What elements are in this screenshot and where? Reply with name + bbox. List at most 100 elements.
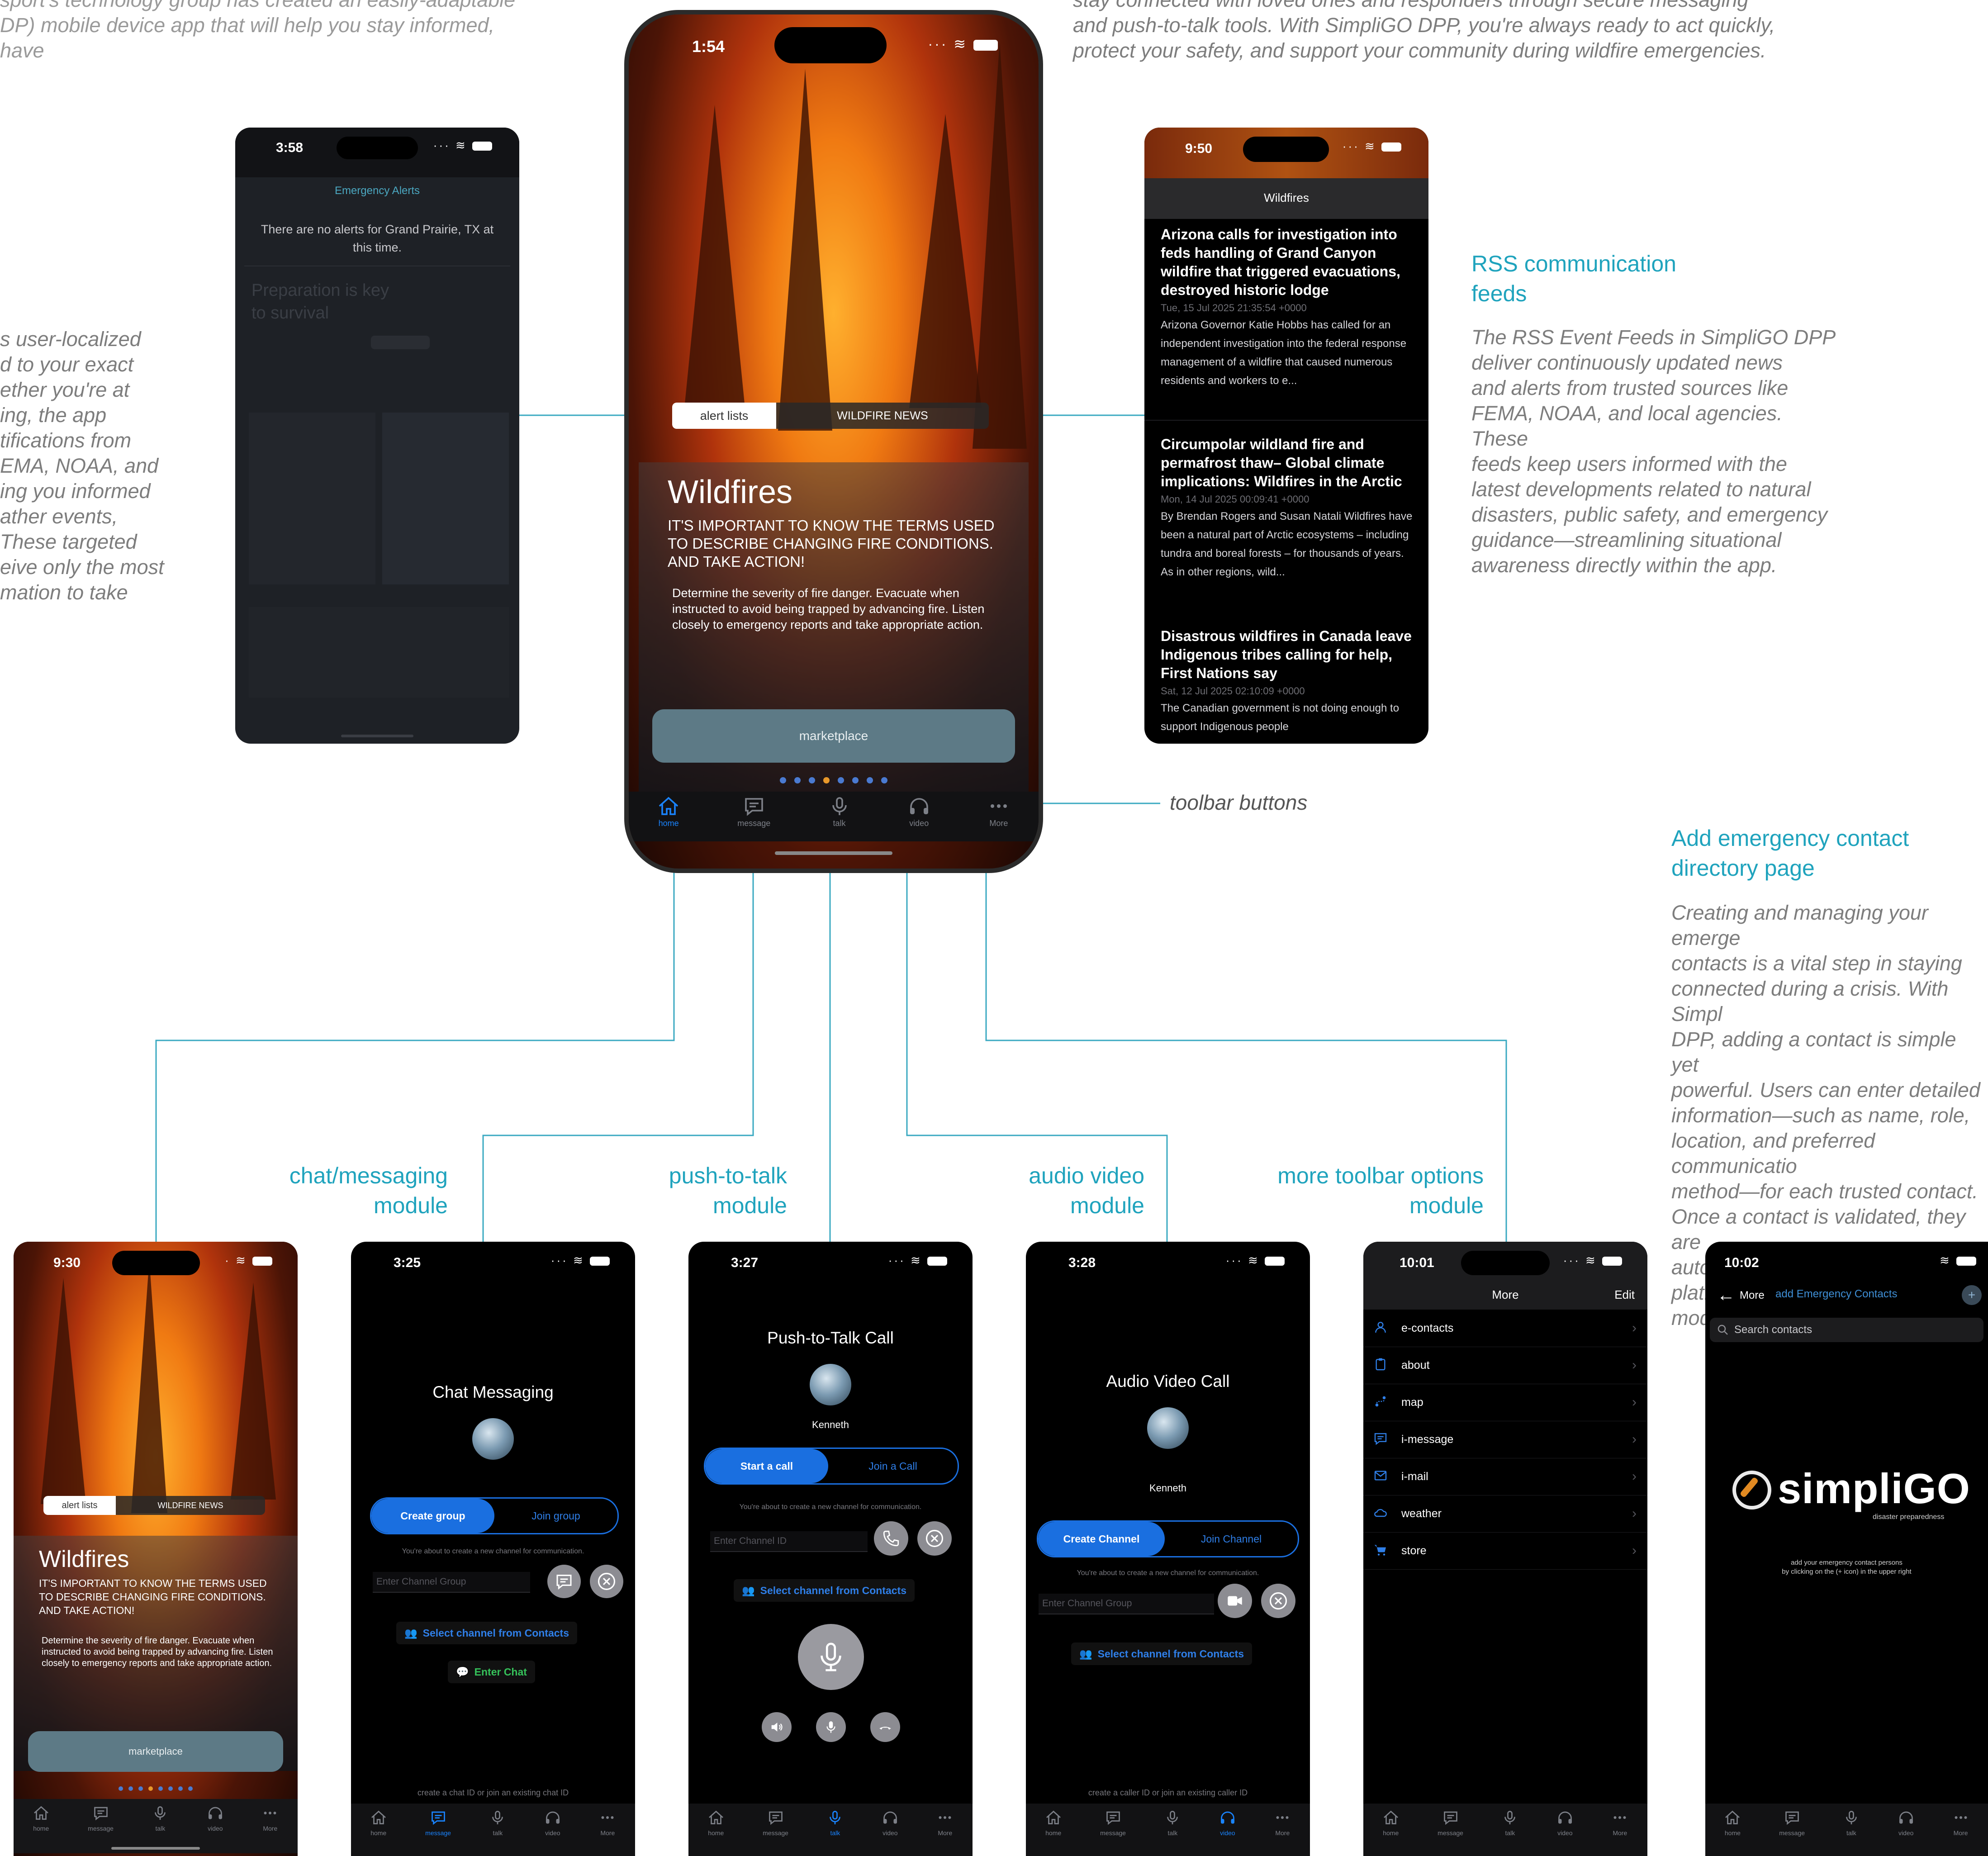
tab-more[interactable]: More: [262, 1799, 278, 1853]
tab-message[interactable]: message: [737, 796, 770, 841]
channel-group-input[interactable]: Enter Channel Group: [373, 1572, 530, 1593]
tab-more[interactable]: More: [599, 1804, 616, 1856]
call-button[interactable]: [874, 1521, 908, 1556]
page-dot[interactable]: [823, 777, 830, 783]
page-dot[interactable]: [794, 777, 801, 783]
more-item-map[interactable]: map ›: [1363, 1384, 1647, 1421]
tab-alert-lists[interactable]: alert lists: [672, 403, 776, 429]
tab-more[interactable]: More: [1953, 1804, 1969, 1856]
cancel-button[interactable]: [590, 1565, 623, 1598]
channel-group-input[interactable]: Enter Channel Group: [1039, 1594, 1214, 1614]
page-dot[interactable]: [852, 777, 859, 783]
page-dot[interactable]: [809, 777, 815, 783]
tab-video[interactable]: video: [882, 1804, 898, 1856]
page-dot[interactable]: [867, 777, 873, 783]
tab-home[interactable]: home: [33, 1799, 49, 1853]
page-dot[interactable]: [780, 777, 786, 783]
cancel-button[interactable]: [1261, 1584, 1295, 1618]
tab-home[interactable]: home: [658, 796, 679, 841]
more-item-about[interactable]: about ›: [1363, 1347, 1647, 1384]
status-icons: ··· ≋: [551, 1253, 610, 1267]
page-dot[interactable]: [158, 1786, 163, 1791]
tab-message[interactable]: message: [1779, 1804, 1805, 1856]
more-item-e-contacts[interactable]: e-contacts ›: [1363, 1310, 1647, 1347]
tab-talk[interactable]: talk: [1164, 1804, 1181, 1856]
cloud-icon: [1373, 1505, 1391, 1522]
more-item-i-message[interactable]: i-message ›: [1363, 1421, 1647, 1458]
start-call-button[interactable]: Start a call: [705, 1449, 828, 1483]
select-channel-from-contacts[interactable]: 👥 Select channel from Contacts: [396, 1622, 577, 1644]
page-dot[interactable]: [881, 777, 887, 783]
cancel-button[interactable]: [917, 1521, 952, 1556]
tab-wildfire-news[interactable]: WILDFIRE NEWS: [116, 1496, 265, 1515]
tab-video[interactable]: video: [908, 796, 930, 841]
tab-message[interactable]: message: [1438, 1804, 1463, 1856]
rss-item[interactable]: Circumpolar wildland fire and permafrost…: [1161, 435, 1415, 581]
back-button[interactable]: ← More: [1717, 1285, 1765, 1305]
tab-more[interactable]: More: [988, 796, 1010, 841]
join-channel-button[interactable]: Join Channel: [1165, 1522, 1298, 1556]
join-call-button[interactable]: Join a Call: [828, 1449, 958, 1483]
join-group-button[interactable]: Join group: [494, 1499, 617, 1533]
page-dot[interactable]: [188, 1786, 193, 1791]
tab-wildfire-news[interactable]: WILDFIRE NEWS: [776, 403, 989, 429]
tab-message[interactable]: message: [763, 1804, 788, 1856]
tab-video[interactable]: video: [1219, 1804, 1236, 1856]
add-contact-icon[interactable]: +: [1962, 1285, 1982, 1305]
search-bar[interactable]: Search contacts: [1710, 1318, 1983, 1342]
rss-item[interactable]: Disastrous wildfires in Canada leave Ind…: [1161, 627, 1415, 740]
create-channel-button[interactable]: Create Channel: [1038, 1522, 1165, 1556]
marketplace-button[interactable]: marketplace: [28, 1731, 283, 1772]
alerts-title: Emergency Alerts: [334, 185, 420, 197]
tab-message[interactable]: message: [425, 1804, 451, 1856]
page-dot[interactable]: [128, 1786, 133, 1791]
create-group-button[interactable]: Create group: [371, 1499, 494, 1533]
mute-button[interactable]: [816, 1712, 846, 1742]
tab-home[interactable]: home: [370, 1804, 387, 1856]
select-channel-from-contacts[interactable]: 👥 Select channel from Contacts: [1071, 1642, 1252, 1665]
screen-title: add Emergency Contacts: [1775, 1288, 1898, 1300]
tab-home[interactable]: home: [1383, 1804, 1399, 1856]
tab-talk[interactable]: talk: [1502, 1804, 1518, 1856]
tab-talk[interactable]: talk: [829, 796, 850, 841]
tab-alert-lists[interactable]: alert lists: [43, 1496, 116, 1515]
tab-talk[interactable]: talk: [489, 1804, 506, 1856]
rss-item[interactable]: Arizona calls for investigation into fed…: [1161, 225, 1415, 390]
more-item-weather[interactable]: weather ›: [1363, 1495, 1647, 1533]
page-dot[interactable]: [119, 1786, 123, 1791]
tab-more[interactable]: More: [1274, 1804, 1291, 1856]
tab-home[interactable]: home: [1045, 1804, 1062, 1856]
page-dot[interactable]: [178, 1786, 183, 1791]
tab-talk[interactable]: talk: [827, 1804, 843, 1856]
edit-button[interactable]: Edit: [1614, 1288, 1635, 1302]
chat-start-button[interactable]: [547, 1565, 581, 1598]
push-to-talk-button[interactable]: [798, 1624, 864, 1690]
tab-talk[interactable]: talk: [1843, 1804, 1860, 1856]
tab-video[interactable]: video: [545, 1804, 561, 1856]
page-dot[interactable]: [838, 777, 844, 783]
speaker-button[interactable]: [762, 1712, 792, 1742]
more-item-i-mail[interactable]: i-mail ›: [1363, 1458, 1647, 1495]
page-dot[interactable]: [148, 1786, 153, 1791]
enter-chat-button[interactable]: 💬 Enter Chat: [448, 1661, 535, 1683]
tab-video[interactable]: video: [207, 1799, 223, 1853]
tab-message[interactable]: message: [88, 1799, 114, 1853]
hang-up-button[interactable]: [870, 1712, 900, 1742]
tab-message[interactable]: message: [1100, 1804, 1126, 1856]
tab-home[interactable]: home: [1724, 1804, 1741, 1856]
video-call-button[interactable]: [1218, 1584, 1252, 1618]
tab-video[interactable]: video: [1898, 1804, 1914, 1856]
more-item-store[interactable]: store ›: [1363, 1532, 1647, 1570]
channel-id-input[interactable]: Enter Channel ID: [710, 1531, 868, 1552]
tab-home[interactable]: home: [708, 1804, 724, 1856]
tab-talk[interactable]: talk: [152, 1799, 168, 1853]
tab-bar: home message talk video More: [1363, 1804, 1647, 1856]
tab-video[interactable]: video: [1557, 1804, 1573, 1856]
message-icon: [1105, 1810, 1121, 1828]
page-dot[interactable]: [138, 1786, 143, 1791]
select-channel-from-contacts[interactable]: 👥 Select channel from Contacts: [734, 1579, 915, 1602]
tab-more[interactable]: More: [937, 1804, 953, 1856]
page-dot[interactable]: [168, 1786, 173, 1791]
marketplace-button[interactable]: marketplace: [652, 709, 1015, 763]
tab-more[interactable]: More: [1612, 1804, 1628, 1856]
